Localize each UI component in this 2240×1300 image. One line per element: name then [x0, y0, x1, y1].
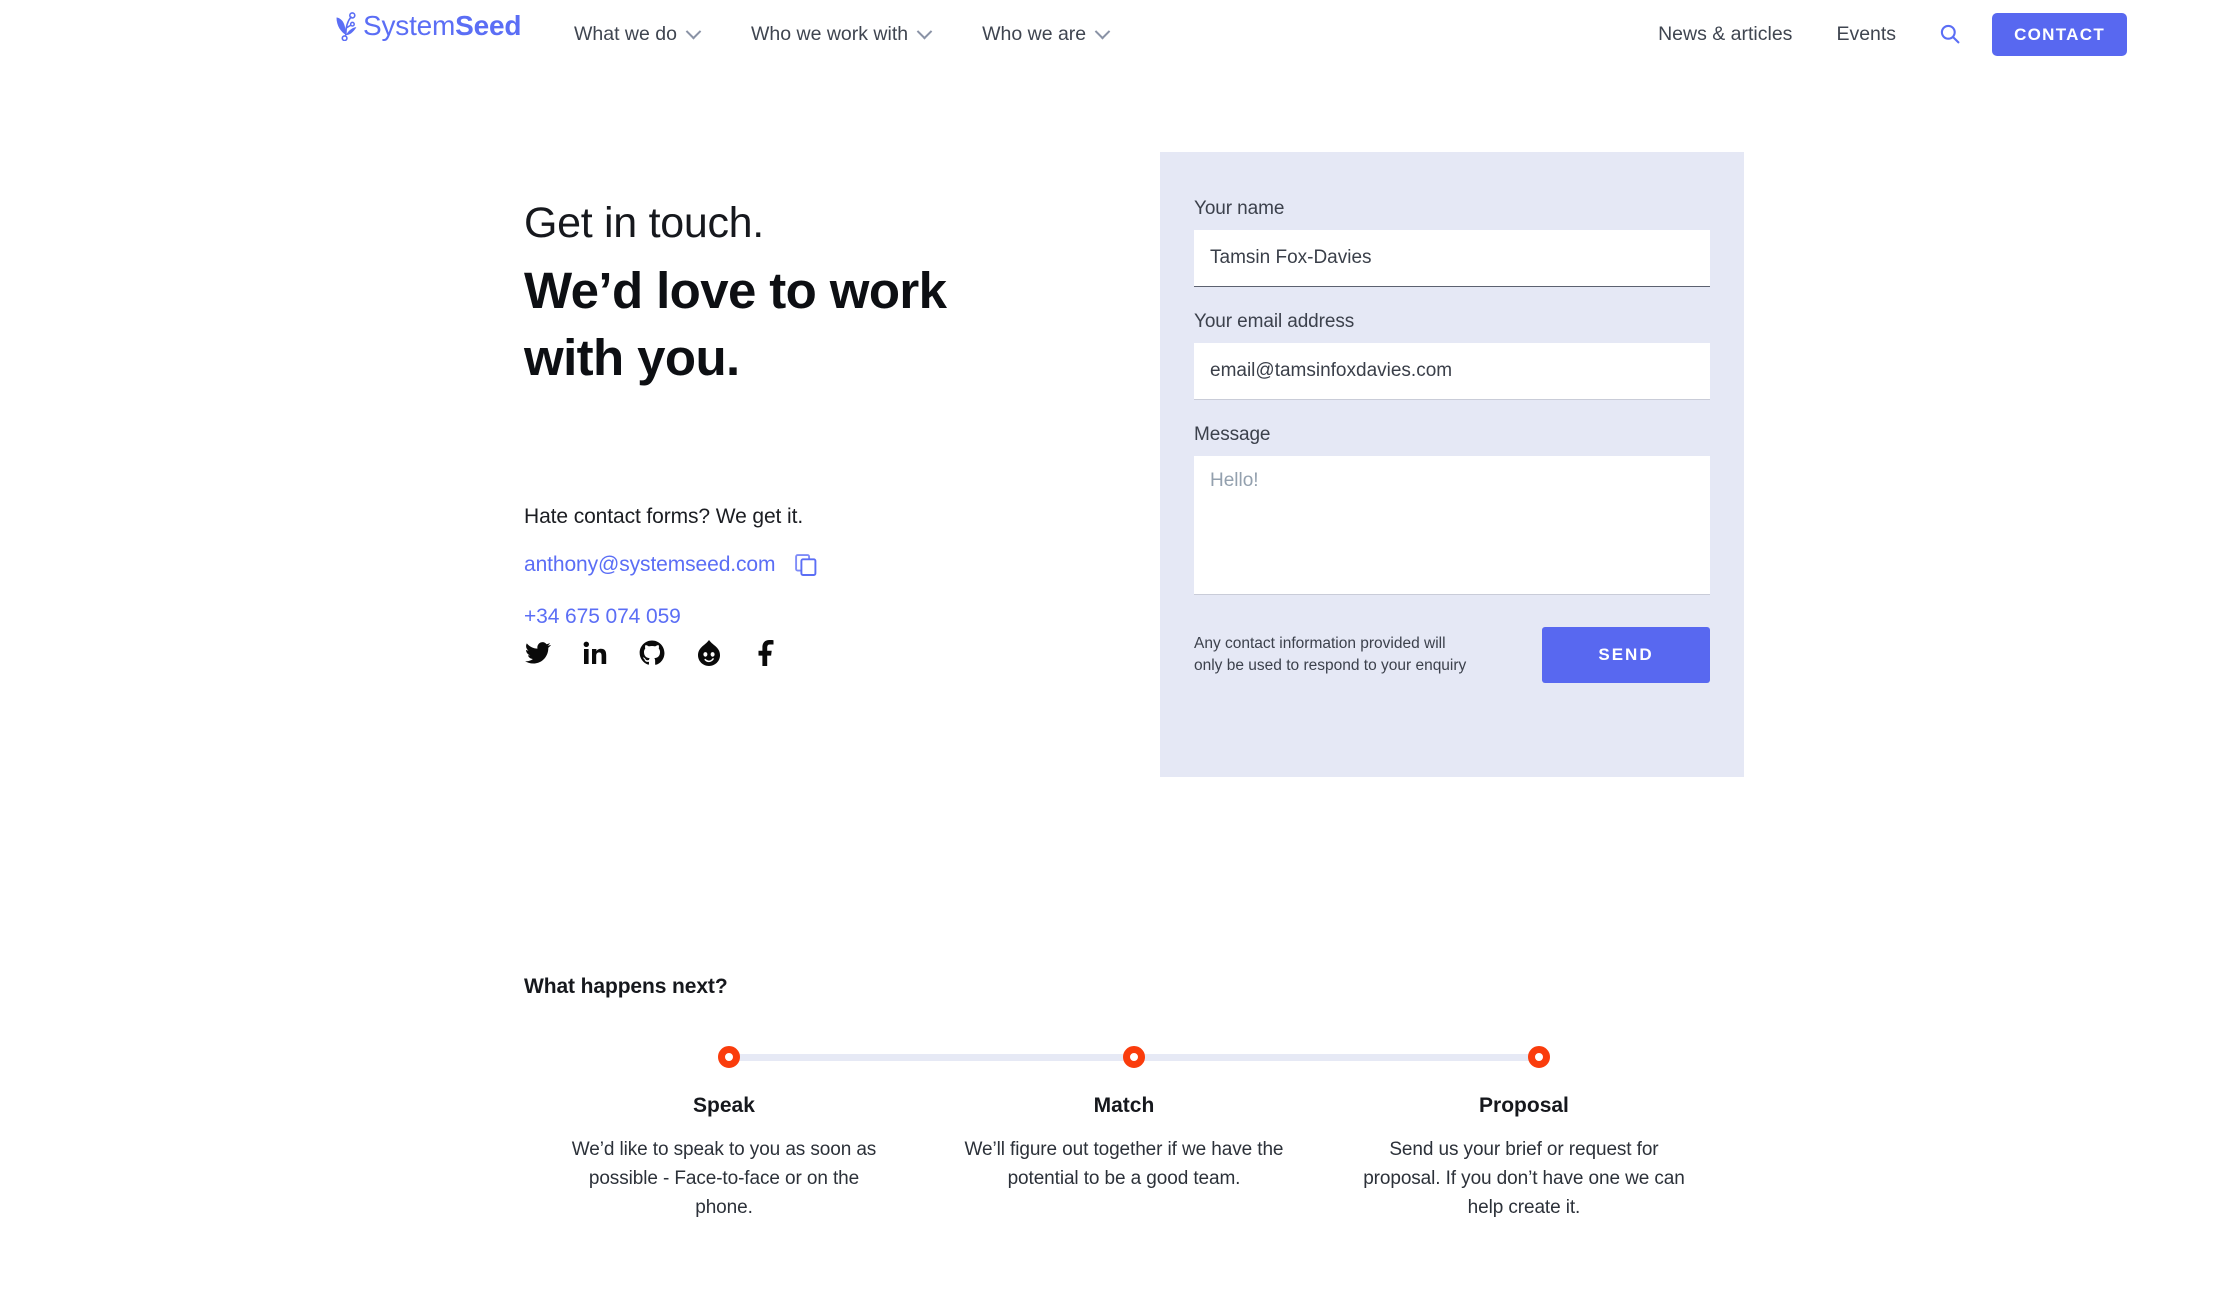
contact-page: SystemSeed What we do Who we work with W… — [0, 0, 2240, 1300]
timeline — [524, 1040, 1724, 1072]
field-group-name: Your name — [1194, 198, 1710, 287]
linkedin-icon — [583, 641, 607, 664]
step-proposal: Proposal Send us your brief or request f… — [1324, 1094, 1724, 1223]
social-links — [523, 638, 781, 668]
chevron-down-icon — [916, 23, 933, 39]
social-link-facebook[interactable] — [751, 638, 781, 668]
github-icon — [639, 640, 665, 665]
timeline-dot-match[interactable] — [1123, 1046, 1145, 1068]
nav-item-news-articles[interactable]: News & articles — [1636, 23, 1814, 46]
step-title: Proposal — [1479, 1094, 1569, 1117]
systemseed-sprout-logo-icon — [336, 12, 357, 41]
timeline-dot-speak[interactable] — [718, 1046, 740, 1068]
nav-label: What we do — [574, 22, 677, 45]
contact-form-panel: Your name Your email address Message Any… — [1160, 152, 1744, 777]
drupal-icon — [698, 640, 720, 666]
primary-nav: What we do Who we work with Who we are — [548, 0, 1134, 68]
step-title: Match — [1093, 1094, 1155, 1117]
nav-item-who-we-are[interactable]: Who we are — [956, 23, 1134, 46]
your-name-label: Your name — [1194, 198, 1285, 219]
brand-wordmark: SystemSeed — [363, 12, 521, 40]
hero-text-block: Get in touch. We’d love to work with you… — [524, 198, 1084, 391]
your-email-label: Your email address — [1194, 311, 1355, 332]
timeline-dot-proposal[interactable] — [1528, 1046, 1550, 1068]
step-match: Match We’ll figure out together if we ha… — [924, 1094, 1324, 1223]
privacy-note: Any contact information provided will on… — [1194, 635, 1467, 674]
twitter-icon — [525, 642, 551, 664]
nav-label: Who we work with — [750, 22, 909, 45]
what-happens-next-title: What happens next? — [524, 975, 728, 998]
copy-email-button[interactable] — [795, 554, 817, 576]
page-title: We’d love to work with you. — [524, 261, 947, 387]
email-input[interactable] — [1194, 343, 1710, 400]
nav-item-what-we-do[interactable]: What we do — [548, 23, 725, 46]
step-title: Speak — [693, 1094, 755, 1117]
step-description: We’d like to speak to you as soon as pos… — [571, 1139, 877, 1218]
what-happens-next-section: What happens next? Speak We’d like to sp… — [524, 975, 1724, 1223]
social-link-linkedin[interactable] — [580, 638, 610, 668]
brand-logo[interactable]: SystemSeed — [333, 11, 521, 41]
search-icon — [1940, 24, 1960, 44]
email-row: anthony@systemseed.com — [524, 553, 817, 577]
step-description: We’ll figure out together if we have the… — [964, 1139, 1284, 1189]
name-input[interactable] — [1194, 230, 1710, 287]
facebook-icon — [758, 640, 774, 666]
social-link-github[interactable] — [637, 638, 667, 668]
brand-name-bold: Seed — [455, 10, 522, 41]
field-group-message: Message — [1194, 424, 1710, 595]
nav-label: Who we are — [982, 22, 1087, 45]
social-link-twitter[interactable] — [523, 638, 553, 668]
message-textarea[interactable] — [1194, 456, 1710, 595]
site-header: SystemSeed What we do Who we work with W… — [0, 0, 2240, 68]
form-footer: Any contact information provided will on… — [1194, 627, 1710, 683]
step-speak: Speak We’d like to speak to you as soon … — [524, 1094, 924, 1223]
contact-button[interactable]: CONTACT — [1992, 12, 2127, 56]
copy-icon — [795, 554, 817, 576]
phone-link[interactable]: +34 675 074 059 — [524, 605, 681, 628]
nav-item-who-we-work-with[interactable]: Who we work with — [725, 23, 956, 46]
chevron-down-icon — [1094, 23, 1111, 39]
steps-list: Speak We’d like to speak to you as soon … — [524, 1094, 1724, 1223]
hero-kicker: Get in touch. — [524, 199, 764, 247]
field-group-email: Your email address — [1194, 311, 1710, 400]
chevron-down-icon — [685, 23, 702, 39]
email-link[interactable]: anthony@systemseed.com — [524, 553, 776, 577]
message-label: Message — [1194, 424, 1271, 445]
nav-item-events[interactable]: Events — [1814, 23, 1918, 46]
secondary-nav: News & articles Events CONTACT — [1636, 0, 2240, 68]
send-button[interactable]: SEND — [1542, 627, 1710, 683]
brand-name-light: System — [363, 10, 456, 41]
social-link-drupal[interactable] — [694, 638, 724, 668]
phone-row: +34 675 074 059 — [524, 605, 681, 629]
search-button[interactable] — [1918, 22, 1982, 46]
hate-forms-text: Hate contact forms? We get it. — [524, 505, 804, 528]
step-description: Send us your brief or request for propos… — [1363, 1139, 1685, 1218]
